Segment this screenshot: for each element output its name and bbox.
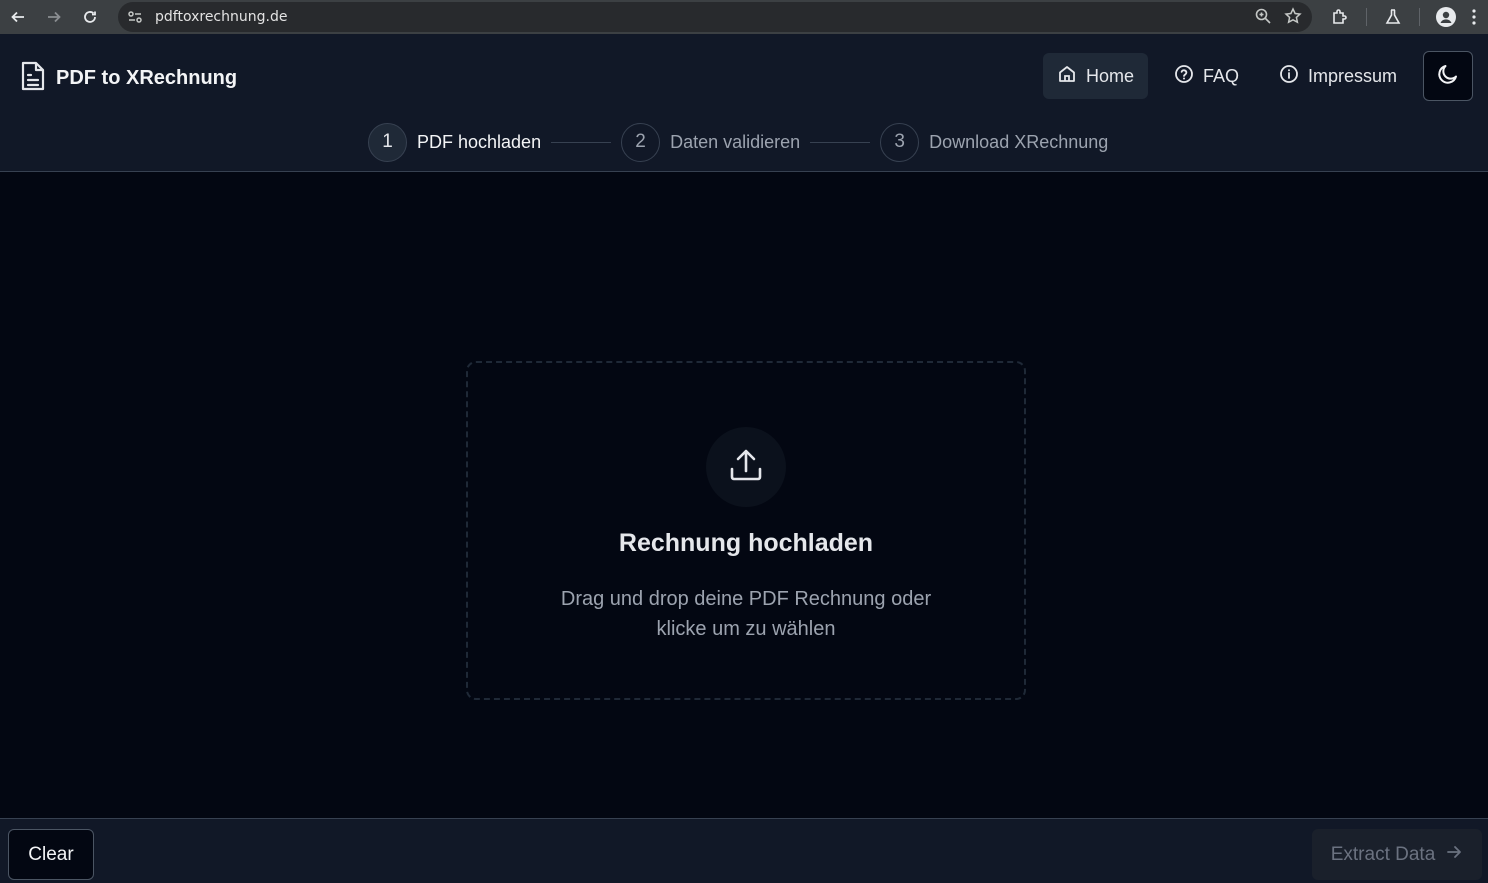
- app-header: PDF to XRechnung Home FAQ Impressum 1 PD…: [0, 34, 1488, 172]
- step-download: 3 Download XRechnung: [880, 122, 1109, 162]
- profile-avatar-icon[interactable]: [1428, 0, 1464, 34]
- progress-stepper: 1 PDF hochladen 2 Daten validieren 3 Dow…: [368, 122, 1108, 162]
- moon-icon: [1436, 62, 1460, 91]
- action-footer: Clear Extract Data: [0, 818, 1488, 883]
- bookmark-star-icon[interactable]: [1284, 7, 1302, 30]
- step-connector: [810, 141, 871, 143]
- toolbar-divider: [1366, 8, 1367, 26]
- site-info-icon[interactable]: [126, 8, 144, 26]
- nav-impressum-label: Impressum: [1307, 65, 1397, 86]
- step-upload: 1 PDF hochladen: [368, 122, 542, 162]
- extract-data-button[interactable]: Extract Data: [1312, 829, 1482, 880]
- nav-faq[interactable]: FAQ: [1160, 53, 1253, 99]
- upload-dropzone[interactable]: Rechnung hochladen Drag und drop deine P…: [466, 361, 1026, 700]
- reload-icon[interactable]: [72, 0, 108, 34]
- brand[interactable]: PDF to XRechnung: [20, 61, 237, 96]
- step-label: Daten validieren: [670, 131, 801, 152]
- nav-home-label: Home: [1085, 65, 1134, 86]
- dropzone-subtitle: Drag und drop deine PDF Rechnung oder kl…: [560, 588, 932, 640]
- url-text: pdftoxrechnung.de: [155, 9, 288, 25]
- file-text-icon: [20, 61, 46, 96]
- theme-toggle-button[interactable]: [1423, 51, 1473, 101]
- step-label: PDF hochladen: [417, 131, 542, 152]
- toolbar-divider: [1419, 8, 1420, 26]
- browser-toolbar: pdftoxrechnung.de: [0, 0, 1488, 34]
- main-content: Rechnung hochladen Drag und drop deine P…: [0, 172, 1488, 818]
- upload-icon-container: [706, 427, 786, 507]
- address-bar[interactable]: pdftoxrechnung.de: [118, 2, 1312, 32]
- nav-home[interactable]: Home: [1042, 53, 1148, 99]
- home-icon: [1057, 64, 1077, 89]
- arrow-right-icon: [1445, 843, 1463, 867]
- step-number: 2: [621, 122, 661, 162]
- browser-menu-icon[interactable]: [1464, 0, 1484, 34]
- labs-flask-icon[interactable]: [1375, 0, 1411, 34]
- step-validate: 2 Daten validieren: [621, 122, 801, 162]
- extract-data-label: Extract Data: [1330, 843, 1436, 865]
- extensions-icon[interactable]: [1322, 0, 1358, 34]
- brand-title: PDF to XRechnung: [56, 67, 238, 89]
- step-number: 1: [368, 122, 407, 162]
- top-navigation: Home FAQ Impressum: [1042, 51, 1488, 101]
- nav-impressum[interactable]: Impressum: [1265, 53, 1411, 99]
- step-number: 3: [880, 122, 920, 162]
- step-connector: [551, 141, 612, 143]
- zoom-icon[interactable]: [1254, 7, 1272, 30]
- upload-icon: [726, 445, 766, 490]
- info-icon: [1279, 64, 1299, 89]
- nav-faq-label: FAQ: [1202, 65, 1239, 86]
- dropzone-title: Rechnung hochladen: [618, 529, 874, 557]
- back-icon[interactable]: [0, 0, 36, 34]
- step-label: Download XRechnung: [929, 131, 1109, 152]
- forward-icon[interactable]: [36, 0, 72, 34]
- help-circle-icon: [1174, 64, 1194, 89]
- clear-button[interactable]: Clear: [8, 829, 94, 880]
